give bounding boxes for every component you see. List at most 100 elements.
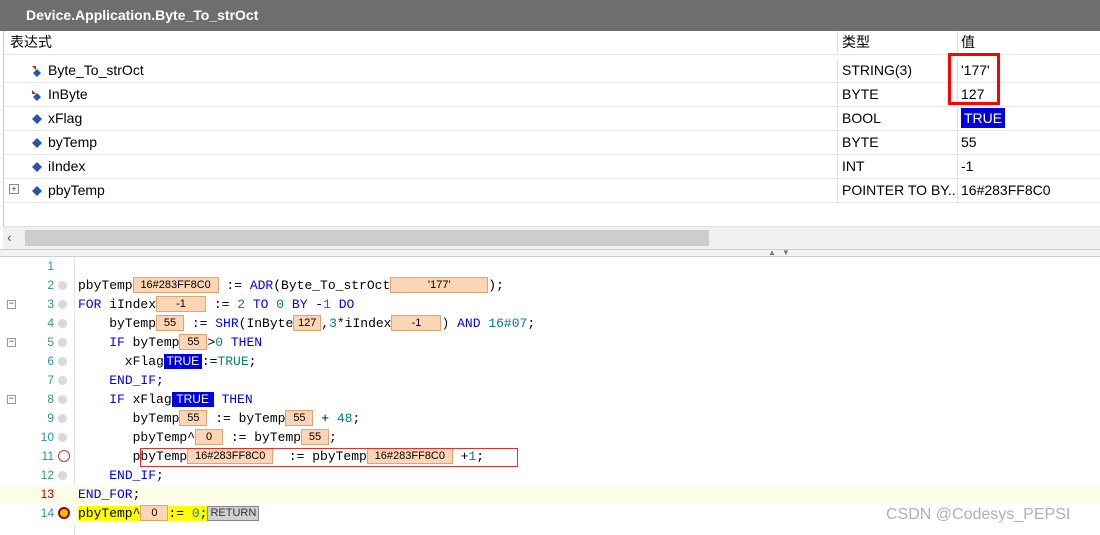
code-line[interactable]: − 8 IF xFlag TRUE THEN bbox=[0, 390, 1100, 409]
line-number: 8 bbox=[47, 392, 54, 406]
col-expression-header[interactable]: 表达式 bbox=[4, 31, 838, 54]
monitor-value[interactable]: 0 bbox=[195, 429, 224, 445]
monitor-value[interactable]: 16#283FF8C0 bbox=[132, 277, 219, 293]
local-var-icon bbox=[32, 138, 42, 148]
var-value[interactable]: TRUE bbox=[961, 108, 1006, 128]
line-number: 10 bbox=[40, 430, 54, 444]
breakpoint-dot-icon[interactable] bbox=[58, 414, 67, 423]
watch-table: 表达式 类型 值 Byte_To_strOct STRING(3) '177' … bbox=[3, 31, 1100, 251]
monitor-value[interactable]: 55 bbox=[179, 334, 208, 350]
horizontal-scrollbar[interactable]: ‹ bbox=[3, 226, 1100, 249]
pane-splitter[interactable]: ▲▼ bbox=[0, 248, 1100, 257]
var-type: BYTE bbox=[838, 131, 958, 154]
var-name: iIndex bbox=[48, 158, 86, 174]
code-editor[interactable]: 1 2 pbyTemp 16#283FF8C0 := ADR(Byte_To_st… bbox=[0, 257, 1100, 535]
monitor-value[interactable]: 55 bbox=[179, 410, 208, 426]
code-line[interactable]: − 3 FOR iIndex -1 := 2 TO 0 BY -1 DO bbox=[0, 295, 1100, 314]
line-number: 2 bbox=[47, 278, 54, 292]
watch-row[interactable]: InByte BYTE 127 bbox=[4, 83, 1100, 107]
watch-header: 表达式 类型 值 bbox=[4, 31, 1100, 55]
monitor-value[interactable]: TRUE bbox=[171, 392, 214, 407]
splitter-arrows-icon[interactable]: ▲▼ bbox=[768, 248, 796, 257]
monitor-value[interactable]: TRUE bbox=[163, 354, 202, 369]
var-value[interactable]: 16#283FF8C0 bbox=[958, 179, 1100, 202]
output-var-icon bbox=[32, 66, 41, 77]
code-line[interactable]: 7 END_IF; bbox=[0, 371, 1100, 390]
code-line[interactable]: 9 byTemp 55 := byTemp 55 + 48; bbox=[0, 409, 1100, 428]
execution-pointer-icon[interactable] bbox=[58, 507, 70, 519]
local-var-icon bbox=[32, 114, 42, 124]
line-number: 4 bbox=[47, 316, 54, 330]
var-type: BOOL bbox=[838, 107, 958, 130]
breakpoint-dot-icon[interactable] bbox=[58, 338, 67, 347]
code-line[interactable]: 4 byTemp 55 := SHR(InByte 127,3*iIndex -1) … bbox=[0, 314, 1100, 333]
var-type: BYTE bbox=[838, 83, 958, 106]
code-line[interactable]: − 5 IF byTemp 55 >0 THEN bbox=[0, 333, 1100, 352]
breakpoint-dot-icon[interactable] bbox=[58, 319, 67, 328]
expand-plus-icon[interactable]: + bbox=[9, 184, 19, 194]
monitor-value[interactable]: -1 bbox=[156, 296, 207, 312]
local-var-icon bbox=[32, 186, 42, 196]
breakpoint-ring-icon[interactable] bbox=[58, 450, 70, 462]
var-name: xFlag bbox=[48, 110, 83, 126]
watch-row[interactable]: Byte_To_strOct STRING(3) '177' bbox=[4, 59, 1100, 83]
fold-minus-icon[interactable]: − bbox=[7, 300, 16, 309]
fold-minus-icon[interactable]: − bbox=[7, 395, 16, 404]
return-marker: RETURN bbox=[207, 506, 260, 521]
highlight-box bbox=[948, 53, 1000, 105]
fold-minus-icon[interactable]: − bbox=[7, 338, 16, 347]
highlight-rect bbox=[140, 448, 518, 467]
breakpoint-dot-icon[interactable] bbox=[58, 376, 67, 385]
scroll-left-icon[interactable]: ‹ bbox=[7, 229, 12, 245]
breakpoint-dot-icon[interactable] bbox=[58, 395, 67, 404]
line-number: 13 bbox=[40, 487, 54, 501]
breakpoint-dot-icon[interactable] bbox=[58, 357, 67, 366]
input-var-icon bbox=[32, 90, 41, 101]
var-type: STRING(3) bbox=[838, 59, 958, 82]
breakpoint-dot-icon[interactable] bbox=[58, 433, 67, 442]
code-line[interactable]: 1 bbox=[0, 257, 1100, 276]
col-value-header[interactable]: 值 bbox=[958, 31, 1100, 54]
monitor-value[interactable]: 127 bbox=[293, 315, 322, 331]
watermark: CSDN @Codesys_PEPSI bbox=[886, 506, 1071, 523]
scrollbar-thumb[interactable] bbox=[25, 230, 709, 246]
monitor-value[interactable]: -1 bbox=[391, 315, 442, 331]
var-name: InByte bbox=[48, 86, 88, 102]
local-var-icon bbox=[32, 162, 42, 172]
var-value[interactable]: -1 bbox=[958, 155, 1100, 178]
line-number: 9 bbox=[47, 411, 54, 425]
monitor-value[interactable]: 0 bbox=[140, 505, 169, 521]
code-line[interactable]: 6 xFlag TRUE:=TRUE; bbox=[0, 352, 1100, 371]
line-number: 1 bbox=[47, 259, 54, 273]
line-number: 3 bbox=[47, 297, 54, 311]
var-name: Byte_To_strOct bbox=[48, 62, 144, 78]
col-type-header[interactable]: 类型 bbox=[838, 31, 958, 54]
code-line[interactable]: 2 pbyTemp 16#283FF8C0 := ADR(Byte_To_strO… bbox=[0, 276, 1100, 295]
code-line[interactable]: 10 pbyTemp^ 0 := byTemp 55; bbox=[0, 428, 1100, 447]
watch-row[interactable]: byTemp BYTE 55 bbox=[4, 131, 1100, 155]
code-line[interactable]: 12 END_IF; bbox=[0, 466, 1100, 485]
var-name: pbyTemp bbox=[48, 182, 105, 198]
watch-row[interactable]: xFlag BOOL TRUE bbox=[4, 107, 1100, 131]
line-number: 14 bbox=[40, 506, 54, 520]
line-number: 12 bbox=[40, 468, 54, 482]
var-type: INT bbox=[838, 155, 958, 178]
line-number: 6 bbox=[47, 354, 54, 368]
var-type: POINTER TO BY... bbox=[838, 179, 958, 202]
breakpoint-dot-icon[interactable] bbox=[58, 281, 67, 290]
breakpoint-dot-icon[interactable] bbox=[58, 300, 67, 309]
monitor-value[interactable]: 55 bbox=[285, 410, 314, 426]
code-line[interactable]: 13 END_FOR; bbox=[0, 485, 1100, 504]
var-name: byTemp bbox=[48, 134, 98, 150]
line-number: 5 bbox=[47, 335, 54, 349]
watch-row[interactable]: + pbyTemp POINTER TO BY... 16#283FF8C0 bbox=[4, 179, 1100, 203]
line-number: 7 bbox=[47, 373, 54, 387]
monitor-value[interactable]: '177' bbox=[390, 277, 489, 293]
monitor-value[interactable]: 55 bbox=[301, 429, 330, 445]
watch-row[interactable]: iIndex INT -1 bbox=[4, 155, 1100, 179]
window-title: Device.Application.Byte_To_strOct bbox=[0, 0, 1100, 31]
line-number: 11 bbox=[41, 449, 54, 463]
breakpoint-dot-icon[interactable] bbox=[58, 471, 67, 480]
var-value[interactable]: 55 bbox=[958, 131, 1100, 154]
monitor-value[interactable]: 55 bbox=[156, 315, 185, 331]
